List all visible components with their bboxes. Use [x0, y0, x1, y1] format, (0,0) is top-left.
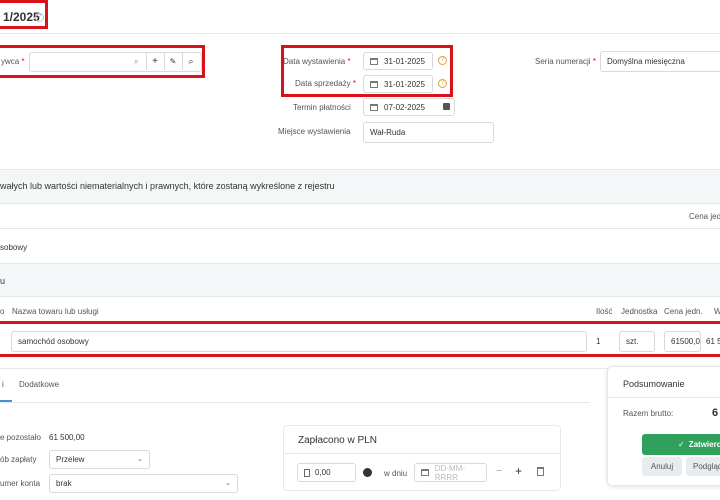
- numbering-select[interactable]: Domyślna miesięczna: [600, 51, 720, 72]
- check-icon: ✓: [678, 440, 685, 449]
- highlight-dates: [281, 45, 453, 97]
- numbering-label: Seria numeracji *: [535, 57, 596, 66]
- highlight-item-row: [0, 321, 720, 357]
- calculator-icon: [304, 468, 310, 477]
- col-qty: Ilość: [596, 307, 613, 316]
- summary-title: Podsumowanie: [623, 379, 685, 389]
- place-input[interactable]: Wał-Ruda: [363, 122, 494, 143]
- currency-icon[interactable]: [363, 468, 372, 477]
- chevron-down-icon: ⌄: [225, 480, 231, 487]
- divider: [0, 402, 590, 403]
- tab-first-label: i: [2, 380, 4, 389]
- divider: [0, 228, 720, 229]
- paid-amount-field[interactable]: 0,00: [297, 463, 356, 482]
- paid-title: Zapłacono w PLN: [298, 435, 377, 446]
- section1-row-name: sobowy: [0, 243, 28, 252]
- tab-additional[interactable]: Dodatkowe: [19, 380, 59, 389]
- col-value: W: [714, 307, 720, 316]
- section-items: [0, 263, 720, 297]
- calendar-icon: [370, 103, 378, 111]
- section-fixed-assets-title: wałych lub wartości niematerialnych i pr…: [0, 181, 335, 191]
- account-label: umer konta: [0, 479, 41, 488]
- calendar-icon: [421, 469, 429, 476]
- cancel-button[interactable]: Anuluj: [642, 457, 682, 476]
- remaining-label: e pozostało: [0, 433, 41, 442]
- divider: [607, 397, 720, 398]
- payment-term-label: Termin płatności: [293, 103, 351, 112]
- col-price: Cena jedn.: [664, 307, 703, 316]
- divider: [283, 453, 561, 454]
- col-unit: Jednostka: [621, 307, 658, 316]
- chevron-down-icon: ⌄: [137, 456, 143, 463]
- col-name: Nazwa towaru lub usługi: [12, 307, 99, 316]
- section1-col-price: Cena jedn: [689, 212, 720, 221]
- minus-button[interactable]: −: [496, 466, 502, 477]
- gross-label: Razem brutto:: [623, 409, 674, 418]
- col-no: o: [0, 307, 5, 316]
- highlight-title: [0, 0, 48, 29]
- payment-method-label: ób zapłaty: [0, 455, 37, 464]
- page-header: [0, 0, 720, 34]
- payment-term-field[interactable]: 07-02-2025: [363, 98, 455, 116]
- trash-icon[interactable]: [537, 467, 544, 476]
- plus-button[interactable]: +: [515, 464, 522, 478]
- gross-value: 6: [712, 407, 719, 419]
- in-day-label: w dniu: [384, 469, 408, 478]
- payment-method-select[interactable]: Przelew ⌄: [49, 450, 150, 469]
- calendar-picker-icon[interactable]: [443, 103, 450, 110]
- highlight-buyer: [0, 45, 205, 78]
- paid-date-field[interactable]: DD-MM-RRRR: [414, 463, 487, 482]
- place-label: Miejsce wystawienia: [278, 127, 351, 136]
- approve-button[interactable]: ✓ Zatwierd: [642, 434, 720, 455]
- section-items-title: u: [0, 276, 6, 286]
- preview-button[interactable]: Podgląd: [686, 457, 720, 476]
- account-select[interactable]: brak ⌄: [49, 474, 238, 493]
- remaining-value: 61 500,00: [49, 433, 85, 442]
